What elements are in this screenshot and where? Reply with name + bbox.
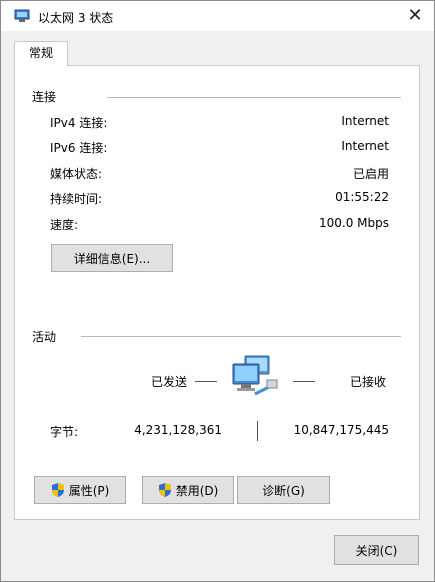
status-dialog: 以太网 3 状态 ✕ 常规 连接 IPv4 连接: Internet IPv6 … (0, 0, 435, 582)
close-button[interactable]: 关闭(C) (334, 535, 419, 565)
ipv4-value: Internet (341, 114, 389, 128)
tab-general[interactable]: 常规 (14, 41, 68, 66)
disable-label: 禁用(D) (175, 483, 219, 498)
connection-group-title: 连接 (32, 90, 57, 104)
ipv4-label: IPv4 连接: (50, 116, 108, 130)
media-state-value: 已启用 (352, 167, 389, 181)
properties-label: 属性(P) (68, 483, 110, 498)
speed-value: 100.0 Mbps (318, 216, 389, 230)
details-button[interactable]: 详细信息(E)... (51, 244, 173, 272)
received-label: 已接收 (350, 375, 387, 389)
sent-label: 已发送 (151, 375, 188, 389)
bytes-received-value: 10,847,175,445 (293, 423, 389, 437)
bytes-label: 字节: (50, 425, 79, 439)
media-state-label: 媒体状态: (50, 167, 103, 181)
duration-value: 01:55:22 (335, 190, 389, 204)
bytes-separator (257, 421, 258, 441)
sent-line (195, 381, 217, 382)
window-title: 以太网 3 状态 (38, 11, 114, 25)
disable-button[interactable]: 禁用(D) (142, 476, 234, 504)
ipv6-value: Internet (341, 139, 389, 153)
properties-button[interactable]: 属性(P) (34, 476, 126, 504)
connection-divider (107, 97, 401, 98)
title-bar[interactable]: 以太网 3 状态 ✕ (1, 1, 434, 31)
ipv6-label: IPv6 连接: (50, 141, 108, 155)
diagnose-button[interactable]: 诊断(G) (237, 476, 330, 504)
tab-panel-general: 连接 IPv4 连接: Internet IPv6 连接: Internet 媒… (14, 65, 420, 520)
received-line (293, 381, 315, 382)
activity-divider (81, 336, 401, 337)
network-computers-icon (232, 355, 278, 396)
activity-group-title: 活动 (32, 330, 57, 344)
bytes-sent-value: 4,231,128,361 (134, 423, 222, 437)
uac-shield-icon (158, 483, 171, 497)
speed-label: 速度: (50, 218, 79, 232)
duration-label: 持续时间: (50, 192, 103, 206)
network-adapter-icon (14, 9, 30, 22)
uac-shield-icon (51, 483, 64, 497)
close-icon[interactable]: ✕ (402, 4, 428, 28)
